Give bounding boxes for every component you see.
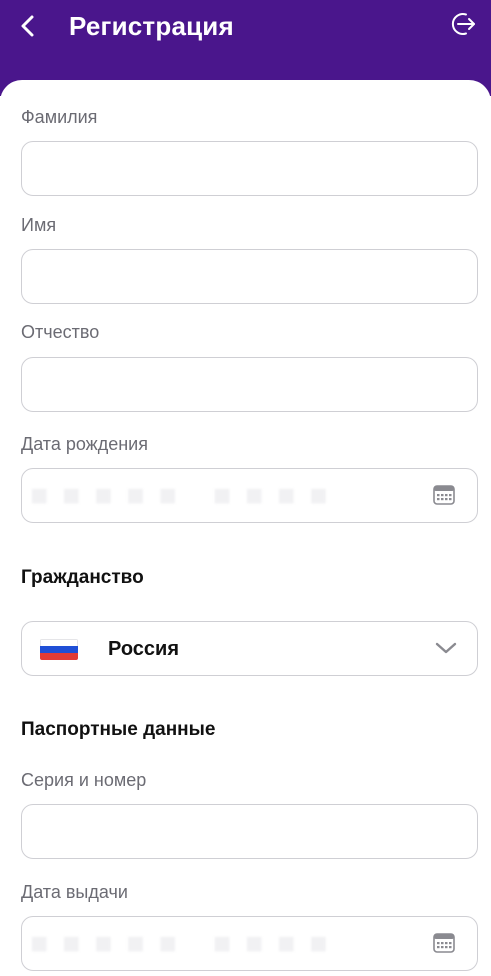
birth-date-input[interactable] bbox=[22, 469, 477, 522]
middle-name-input[interactable] bbox=[22, 358, 477, 411]
citizenship-value: Россия bbox=[108, 638, 180, 660]
back-button[interactable] bbox=[14, 10, 42, 42]
citizenship-heading: Гражданство bbox=[21, 567, 144, 588]
series-number-input[interactable] bbox=[22, 805, 477, 858]
last-name-field[interactable] bbox=[21, 141, 478, 196]
chevron-down-icon bbox=[435, 642, 457, 654]
birth-date-label: Дата рождения bbox=[21, 434, 148, 454]
last-name-input[interactable] bbox=[22, 142, 477, 195]
russia-flag-icon bbox=[40, 639, 78, 660]
series-number-label: Серия и номер bbox=[21, 770, 147, 790]
calendar-icon[interactable] bbox=[433, 933, 455, 953]
middle-name-field[interactable] bbox=[21, 357, 478, 412]
first-name-label: Имя bbox=[21, 215, 57, 235]
citizenship-select[interactable]: Россия bbox=[21, 621, 478, 676]
logout-icon bbox=[451, 13, 475, 35]
issue-date-field[interactable]: ■■■■■ ■■■■ bbox=[21, 916, 478, 971]
page-title: Регистрация bbox=[69, 11, 234, 41]
passport-heading: Паспортные данные bbox=[21, 719, 216, 740]
first-name-input[interactable] bbox=[22, 250, 477, 303]
middle-name-label: Отчество bbox=[21, 322, 100, 342]
calendar-icon[interactable] bbox=[433, 485, 455, 505]
first-name-field[interactable] bbox=[21, 249, 478, 304]
logout-button[interactable] bbox=[448, 9, 478, 39]
last-name-label: Фамилия bbox=[21, 107, 98, 127]
series-number-field[interactable] bbox=[21, 804, 478, 859]
issue-date-label: Дата выдачи bbox=[21, 882, 128, 902]
chevron-left-icon bbox=[21, 15, 34, 37]
issue-date-input[interactable] bbox=[22, 917, 477, 970]
birth-date-field[interactable]: ■■■■■ ■■■■ bbox=[21, 468, 478, 523]
